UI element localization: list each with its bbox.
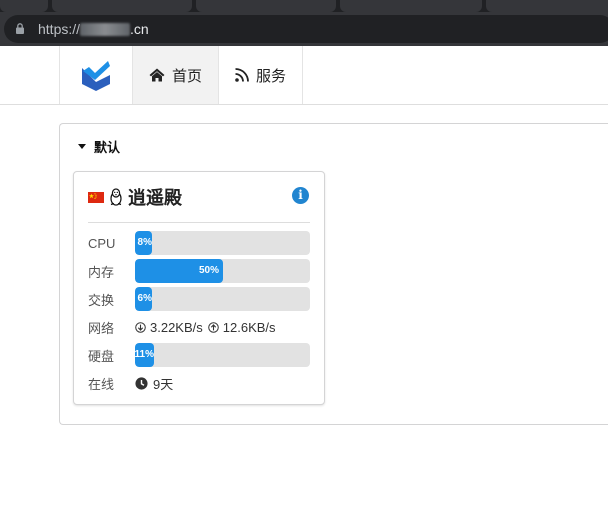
- nav-menu: 首页 服务: [59, 46, 304, 104]
- nav-item-label: 首页: [172, 67, 203, 85]
- server-group-panel: 默认 逍遥殿 i CPU 8% 内存 50% 交换 6% 网络 3.22KB/s…: [59, 123, 608, 425]
- linux-penguin-icon: [110, 188, 122, 206]
- uptime-value-wrap: 9天: [135, 374, 173, 393]
- uptime-label: 在线: [88, 376, 115, 392]
- network-speeds: 3.22KB/s 12.6KB/s: [135, 320, 276, 335]
- nav-item-services[interactable]: 服务: [219, 46, 304, 104]
- browser-tab[interactable]: [196, 0, 336, 12]
- memory-percent: 50%: [198, 265, 219, 276]
- network-label: 网络: [88, 320, 115, 336]
- nav-item-label: 服务: [256, 67, 287, 85]
- browser-tab-active[interactable]: [340, 0, 482, 12]
- card-divider: [88, 222, 310, 223]
- logo-icon: [82, 61, 110, 91]
- disk-label: 硬盘: [88, 348, 115, 364]
- site-navbar: 首页 服务: [0, 46, 608, 105]
- memory-progress-bar: 50%: [135, 259, 310, 283]
- network-download: 3.22KB/s: [150, 319, 203, 335]
- browser-tabstrip: [0, 0, 608, 12]
- url-redacted: [80, 23, 131, 36]
- url-field[interactable]: https:// .cn: [4, 15, 608, 43]
- disk-progress-fill: 11%: [135, 343, 154, 367]
- url-host: .cn: [130, 21, 149, 37]
- network-row: 网络 3.22KB/s 12.6KB/s: [88, 315, 310, 339]
- china-flag-icon: [88, 191, 104, 203]
- disk-progress-bar: 11%: [135, 343, 310, 367]
- swap-progress-bar: 6%: [135, 287, 310, 311]
- browser-tab[interactable]: [486, 0, 608, 12]
- server-name: 逍遥殿: [128, 188, 182, 208]
- memory-label: 内存: [88, 264, 115, 280]
- browser-address-bar: https:// .cn: [0, 12, 608, 46]
- disk-percent: 11%: [135, 349, 154, 360]
- clock-icon: [135, 376, 148, 390]
- home-icon: [149, 68, 165, 82]
- swap-percent: 6%: [137, 293, 152, 304]
- cpu-row: CPU 8%: [88, 231, 310, 255]
- site-logo[interactable]: [60, 46, 133, 104]
- group-accordion-title[interactable]: 默认: [78, 137, 120, 156]
- disk-row: 硬盘 11%: [88, 343, 310, 367]
- memory-row: 内存 50%: [88, 259, 310, 283]
- cpu-progress-fill: 8%: [135, 231, 152, 255]
- uptime-row: 在线 9天: [88, 371, 310, 395]
- browser-tab[interactable]: [52, 0, 192, 12]
- arrow-circle-up-icon: [207, 321, 219, 333]
- uptime-value: 9天: [153, 376, 174, 392]
- swap-row: 交换 6%: [88, 287, 310, 311]
- server-card-header: 逍遥殿: [88, 184, 182, 210]
- group-title-text: 默认: [94, 140, 121, 155]
- url-text: https:// .cn: [38, 21, 149, 37]
- nav-item-home[interactable]: 首页: [133, 46, 220, 104]
- swap-progress-fill: 6%: [135, 287, 152, 311]
- caret-down-icon: [78, 144, 86, 149]
- memory-progress-fill: 50%: [135, 259, 223, 283]
- lock-icon: [16, 23, 24, 34]
- browser-tab[interactable]: [0, 0, 48, 12]
- server-card: 逍遥殿 i CPU 8% 内存 50% 交换 6% 网络 3.22KB/s 12…: [73, 171, 325, 405]
- arrow-circle-down-icon: [135, 321, 146, 333]
- cpu-progress-bar: 8%: [135, 231, 310, 255]
- info-icon[interactable]: i: [292, 187, 309, 204]
- cpu-percent: 8%: [137, 237, 152, 248]
- rss-icon: [235, 68, 249, 82]
- network-upload: 12.6KB/s: [222, 319, 276, 335]
- cpu-label: CPU: [88, 235, 116, 251]
- swap-label: 交换: [88, 292, 115, 308]
- url-scheme: https://: [38, 21, 81, 37]
